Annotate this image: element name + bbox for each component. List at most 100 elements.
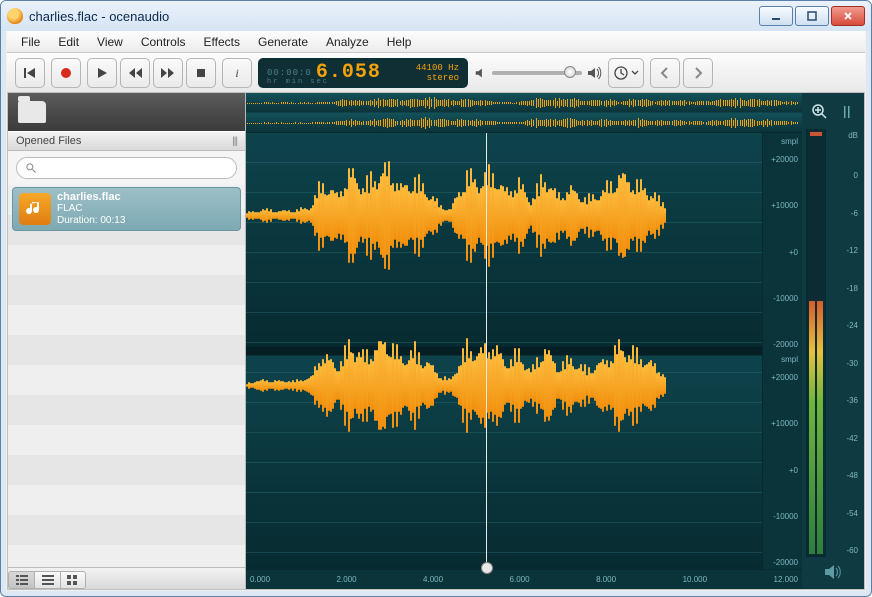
main-waveform[interactable]: smpl +20000 +10000 +0 -10000 -20000 smpl… (246, 133, 802, 569)
file-item[interactable]: charlies.flac FLAC Duration: 00:13 (12, 187, 241, 231)
opened-files-label: Opened Files (16, 135, 81, 147)
amplitude-scale: smpl +20000 +10000 +0 -10000 -20000 smpl… (762, 133, 802, 569)
folder-bar[interactable] (8, 93, 245, 131)
ruler-tick: 4.000 (423, 575, 443, 584)
menu-analyze[interactable]: Analyze (318, 33, 377, 51)
channel-left (246, 143, 762, 288)
maximize-button[interactable] (795, 6, 829, 26)
view-compact-button[interactable] (34, 571, 60, 589)
db-tick: -36 (834, 396, 858, 405)
waveform-column: smpl +20000 +10000 +0 -10000 -20000 smpl… (246, 93, 802, 589)
time-prefix: 00:00:0 (267, 68, 312, 78)
history-button[interactable] (608, 58, 644, 88)
peak-indicator-right (816, 132, 822, 136)
db-tick: -12 (834, 246, 858, 255)
db-tick: 0 (834, 171, 858, 180)
volume-high-icon (586, 65, 602, 81)
menu-edit[interactable]: Edit (50, 33, 87, 51)
ruler-tick: 8.000 (596, 575, 616, 584)
editor-area: smpl +20000 +10000 +0 -10000 -20000 smpl… (246, 93, 864, 589)
sample-rate: 44100 Hz (416, 63, 459, 73)
volume-low-icon (474, 66, 488, 80)
amp-unit: smpl (763, 133, 802, 153)
rewind-button[interactable] (120, 58, 150, 88)
volume-slider[interactable] (492, 71, 582, 75)
ruler-tick: 12.000 (774, 575, 798, 584)
application-window: charlies.flac - ocenaudio File Edit View… (0, 0, 872, 597)
waveform-canvas[interactable] (246, 133, 762, 569)
menu-file[interactable]: File (13, 33, 48, 51)
app-icon (7, 8, 23, 24)
amp-tick: +0 (763, 466, 798, 475)
meter-bar-left (809, 301, 815, 554)
play-button[interactable] (87, 58, 117, 88)
amp-tick: +10000 (763, 419, 798, 428)
file-list[interactable]: charlies.flac FLAC Duration: 00:13 (8, 185, 245, 567)
opened-files-header[interactable]: Opened Files ||| (8, 131, 245, 151)
view-grid-button[interactable] (60, 571, 86, 589)
window-title: charlies.flac - ocenaudio (29, 9, 169, 24)
record-button[interactable] (51, 58, 81, 88)
nav-back-button[interactable] (650, 58, 680, 88)
titlebar[interactable]: charlies.flac - ocenaudio (1, 1, 871, 31)
volume-control (474, 65, 602, 81)
file-name: charlies.flac (57, 191, 125, 203)
meter-bar-right (817, 301, 823, 554)
minimize-button[interactable] (759, 6, 793, 26)
playhead[interactable] (486, 133, 487, 569)
view-list-button[interactable] (8, 571, 34, 589)
level-meter (806, 129, 826, 557)
time-ruler[interactable]: 0.000 2.000 4.000 6.000 8.000 10.000 12.… (246, 569, 802, 589)
amp-tick: -20000 (763, 340, 798, 349)
db-scale: dB 0 -6 -12 -18 -24 -30 -36 -42 -48 -54 … (832, 129, 860, 557)
close-button[interactable] (831, 6, 865, 26)
db-tick: -30 (834, 359, 858, 368)
menu-effects[interactable]: Effects (196, 33, 248, 51)
amp-unit: smpl (763, 351, 802, 371)
channel-mode: stereo (416, 73, 459, 83)
file-format: FLAC (57, 203, 125, 215)
search-icon (25, 162, 37, 174)
search-input[interactable] (16, 157, 237, 179)
zoom-in-icon[interactable] (811, 103, 829, 121)
amp-tick: -10000 (763, 294, 798, 303)
output-speaker-icon[interactable] (806, 561, 860, 583)
db-tick: -18 (834, 284, 858, 293)
sidebar: Opened Files ||| charlies.flac FLAC Dura… (8, 93, 246, 589)
db-tick: -48 (834, 471, 858, 480)
menu-generate[interactable]: Generate (250, 33, 316, 51)
meter-grip-icon[interactable] (838, 103, 856, 121)
forward-button[interactable] (153, 58, 183, 88)
sidebar-footer (8, 567, 245, 589)
db-unit: dB (834, 131, 858, 143)
info-button[interactable]: i (222, 58, 252, 88)
goto-start-button[interactable] (15, 58, 45, 88)
menu-bar: File Edit View Controls Effects Generate… (7, 31, 865, 53)
db-tick: -60 (834, 546, 858, 555)
db-tick: -24 (834, 321, 858, 330)
amp-tick: +20000 (763, 373, 798, 382)
menu-controls[interactable]: Controls (133, 33, 194, 51)
db-tick: -54 (834, 509, 858, 518)
amp-tick: -10000 (763, 512, 798, 521)
toolbar: i 00:00:0 6.058 44100 Hz stereo hr min s… (7, 53, 865, 93)
ruler-tick: 0.000 (250, 575, 270, 584)
nav-forward-button[interactable] (683, 58, 713, 88)
svg-text:i: i (235, 66, 238, 80)
ruler-tick: 2.000 (337, 575, 357, 584)
menu-help[interactable]: Help (379, 33, 420, 51)
amp-tick: +10000 (763, 201, 798, 210)
amp-tick: +20000 (763, 155, 798, 164)
volume-knob[interactable] (564, 66, 576, 78)
menu-view[interactable]: View (89, 33, 131, 51)
file-duration: Duration: 00:13 (57, 215, 125, 227)
db-tick: -6 (834, 209, 858, 218)
meter-panel: dB 0 -6 -12 -18 -24 -30 -36 -42 -48 -54 … (802, 93, 864, 589)
amp-tick: -20000 (763, 558, 798, 567)
time-display[interactable]: 00:00:0 6.058 44100 Hz stereo hr min sec (258, 58, 468, 88)
overview-waveform[interactable] (246, 93, 802, 133)
ruler-tick: 10.000 (683, 575, 707, 584)
amp-tick: +0 (763, 248, 798, 257)
stop-button[interactable] (186, 58, 216, 88)
file-thumb-icon (19, 193, 51, 225)
